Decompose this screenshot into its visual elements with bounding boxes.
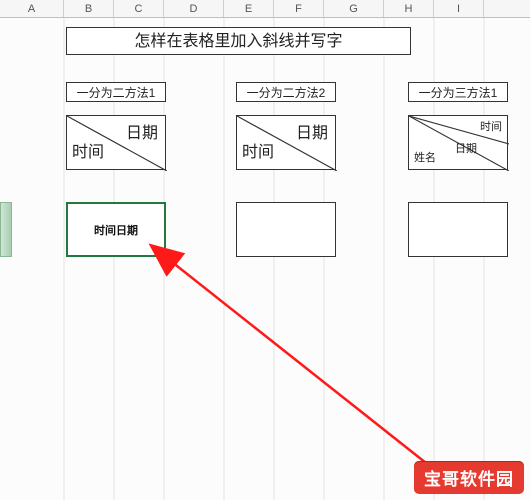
- col-header-B[interactable]: B: [64, 0, 114, 17]
- col-header-G[interactable]: G: [324, 0, 384, 17]
- col-header-I[interactable]: I: [434, 0, 484, 17]
- method-label-2: 一分为二方法2: [236, 82, 336, 102]
- col-header-E[interactable]: E: [224, 0, 274, 17]
- page-title: 怎样在表格里加入斜线并写字: [66, 27, 411, 55]
- fill-handle[interactable]: [161, 252, 168, 259]
- cell3-bottom-label: 姓名: [414, 153, 436, 164]
- row-selector[interactable]: [0, 202, 12, 257]
- diagonal-cell-2[interactable]: 日期 时间: [236, 115, 336, 170]
- diagonal-cell-1[interactable]: 日期 时间: [66, 115, 166, 170]
- cell2-bottom-label: 时间: [242, 145, 274, 161]
- selected-cell[interactable]: 时间日期: [66, 202, 166, 257]
- watermark-badge: 宝哥软件园: [414, 461, 524, 494]
- diagonal-cell-3[interactable]: 时间 日期 姓名: [408, 115, 508, 170]
- cell3-middle-label: 日期: [455, 144, 477, 155]
- cell1-top-label: 日期: [126, 126, 158, 142]
- col-header-F[interactable]: F: [274, 0, 324, 17]
- column-header-row: A B C D E F G H I: [0, 0, 530, 18]
- empty-cell-3[interactable]: [408, 202, 508, 257]
- col-header-C[interactable]: C: [114, 0, 164, 17]
- cell3-right-label: 时间: [480, 122, 502, 133]
- col-header-D[interactable]: D: [164, 0, 224, 17]
- col-header-H[interactable]: H: [384, 0, 434, 17]
- method-label-1: 一分为二方法1: [66, 82, 166, 102]
- col-header-A[interactable]: A: [0, 0, 64, 17]
- cell2-top-label: 日期: [296, 126, 328, 142]
- cell1-bottom-label: 时间: [72, 145, 104, 161]
- selected-cell-text: 时间日期: [94, 222, 138, 238]
- method-label-3: 一分为三方法1: [408, 82, 508, 102]
- empty-cell-2[interactable]: [236, 202, 336, 257]
